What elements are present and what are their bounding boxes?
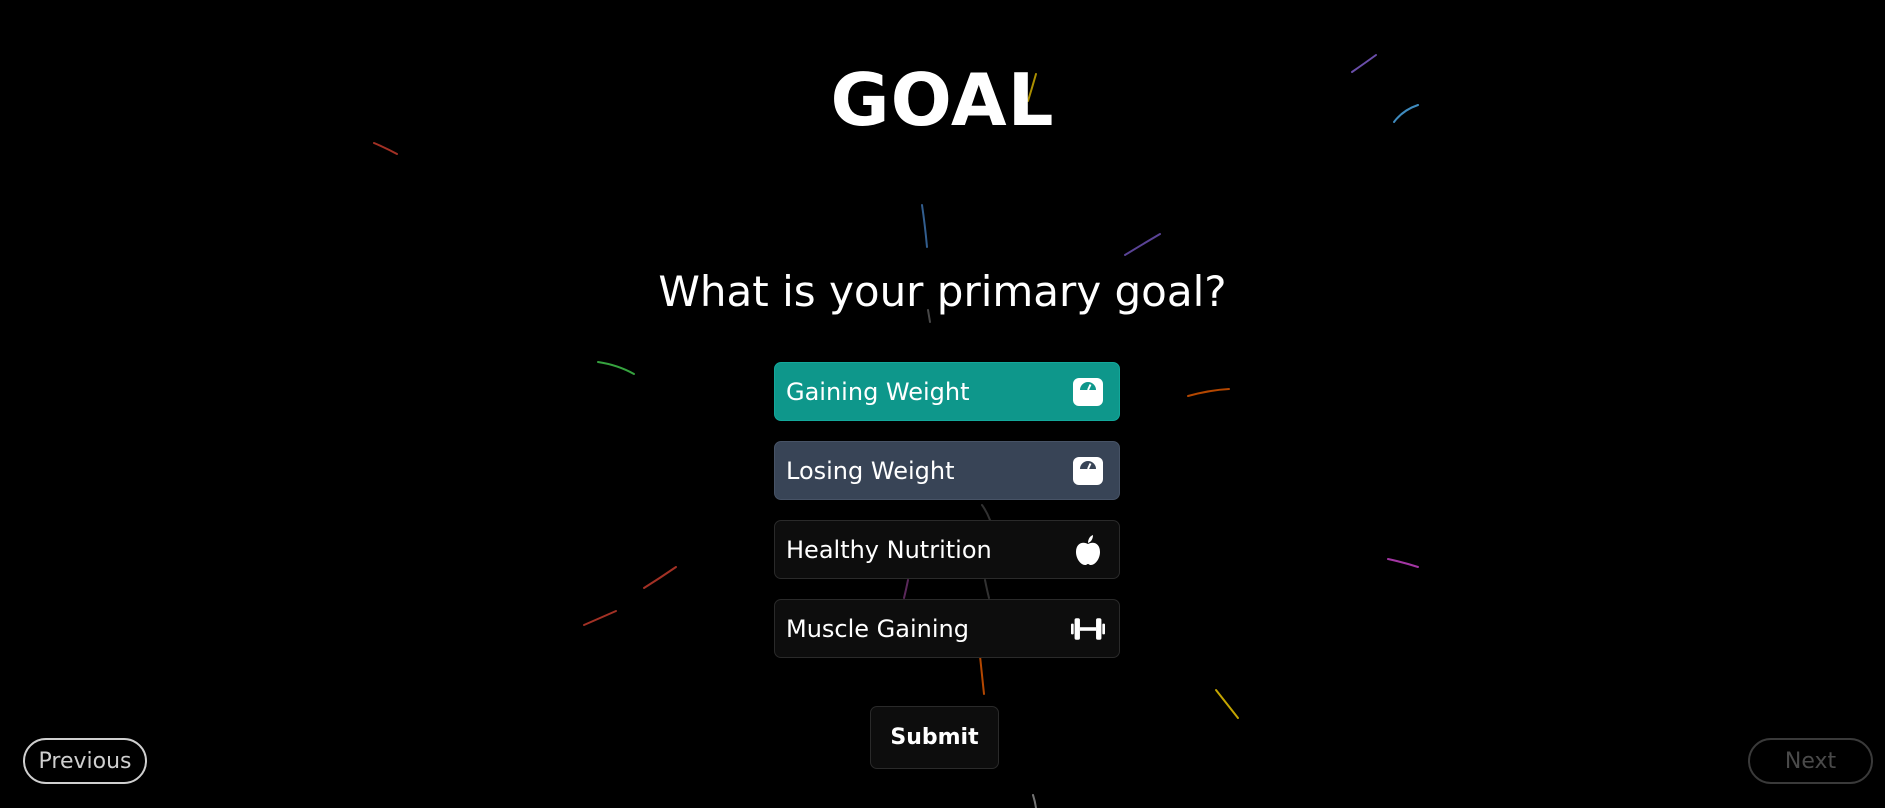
next-button[interactable]: Next <box>1748 738 1873 784</box>
streak <box>583 610 617 626</box>
streak <box>1215 689 1239 719</box>
question-heading: What is your primary goal? <box>658 267 1227 316</box>
weighing-scale-icon <box>1071 454 1105 488</box>
streak <box>1124 233 1161 256</box>
streak <box>921 204 928 248</box>
streak <box>597 361 635 375</box>
dumbbell-icon <box>1071 612 1105 646</box>
goal-screen: GOAL What is your primary goal? Gaining … <box>0 0 1885 808</box>
option-label: Healthy Nutrition <box>786 535 992 564</box>
option-gaining-weight[interactable]: Gaining Weight <box>774 362 1120 421</box>
previous-button[interactable]: Previous <box>23 738 147 784</box>
option-label: Gaining Weight <box>786 377 970 406</box>
streak <box>1187 388 1230 397</box>
streak <box>1387 558 1419 568</box>
weighing-scale-icon <box>1071 375 1105 409</box>
option-muscle-gaining[interactable]: Muscle Gaining <box>774 599 1120 658</box>
streak <box>643 566 677 589</box>
streak <box>1032 794 1037 808</box>
option-losing-weight[interactable]: Losing Weight <box>774 441 1120 500</box>
submit-button[interactable]: Submit <box>870 706 999 769</box>
option-label: Muscle Gaining <box>786 614 969 643</box>
option-label: Losing Weight <box>786 456 955 485</box>
page-title: GOAL <box>830 58 1055 142</box>
goal-options: Gaining Weight Losing Weight Healthy Nut… <box>774 362 1120 678</box>
apple-icon <box>1071 533 1105 567</box>
streak <box>373 142 398 155</box>
option-healthy-nutrition[interactable]: Healthy Nutrition <box>774 520 1120 579</box>
